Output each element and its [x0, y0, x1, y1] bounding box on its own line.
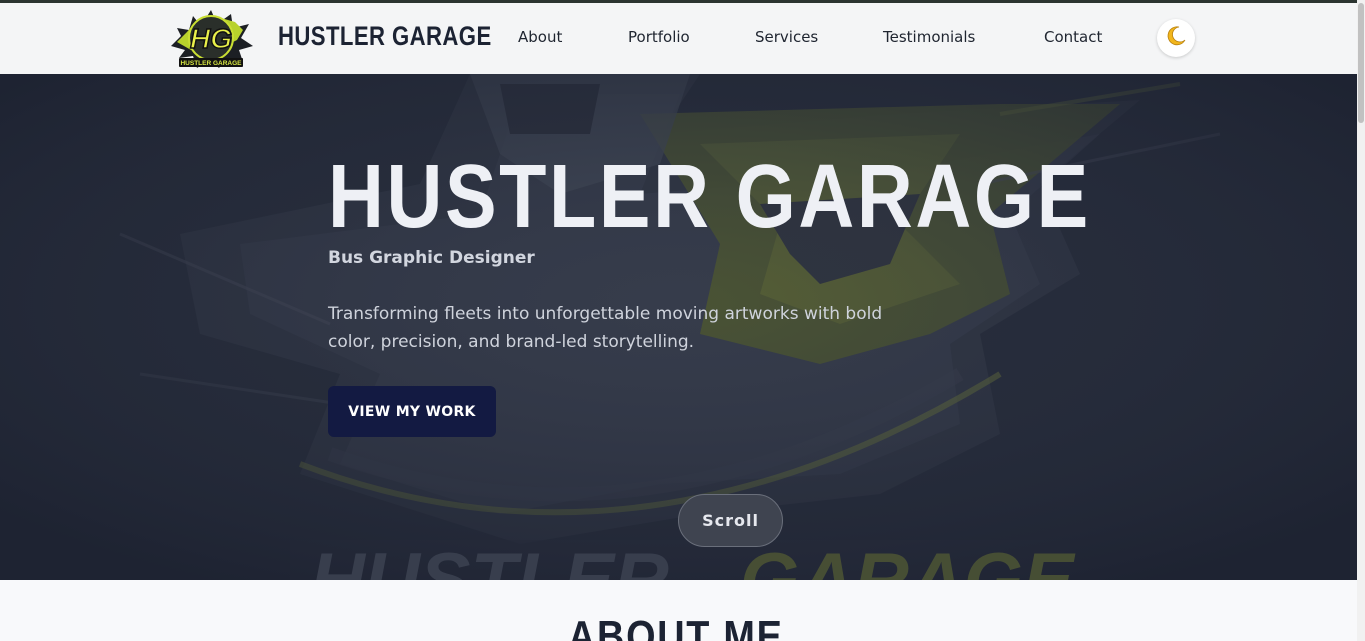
hero-description: Transforming fleets into unforgettable m…: [328, 304, 883, 352]
nav-link-portfolio[interactable]: Portfolio: [628, 28, 690, 46]
logo[interactable]: HG HUSTLER GARAGE: [167, 6, 255, 72]
nav-link-services[interactable]: Services: [755, 28, 818, 46]
logo-subtext: HUSTLER GARAGE: [180, 60, 242, 67]
hero-subtitle: Bus Graphic Designer: [328, 248, 535, 268]
scroll-button[interactable]: Scroll: [678, 494, 783, 547]
about-section: ABOUT ME: [0, 580, 1357, 641]
about-title: ABOUT ME: [568, 612, 784, 641]
nav-link-about[interactable]: About: [518, 28, 562, 46]
view-my-work-button[interactable]: VIEW MY WORK: [328, 386, 496, 437]
hero-section: HUSTLER GARAGE HUSTLER GARAGE Bus Graphi…: [0, 74, 1357, 580]
theme-toggle-button[interactable]: [1157, 19, 1195, 57]
nav-link-testimonials[interactable]: Testimonials: [883, 28, 975, 46]
hero-title: HUSTLER GARAGE: [328, 147, 1091, 247]
nav-link-contact[interactable]: Contact: [1044, 28, 1102, 46]
watermark-left: HUSTLER: [310, 538, 669, 580]
navbar: HG HUSTLER GARAGE HUSTLER GARAGE About P…: [0, 3, 1357, 74]
watermark-right: GARAGE: [740, 538, 1076, 580]
brand-name[interactable]: HUSTLER GARAGE: [278, 21, 492, 52]
scrollbar-thumb[interactable]: [1358, 3, 1364, 123]
logo-text: HG: [190, 23, 232, 54]
moon-icon: [1165, 25, 1187, 51]
